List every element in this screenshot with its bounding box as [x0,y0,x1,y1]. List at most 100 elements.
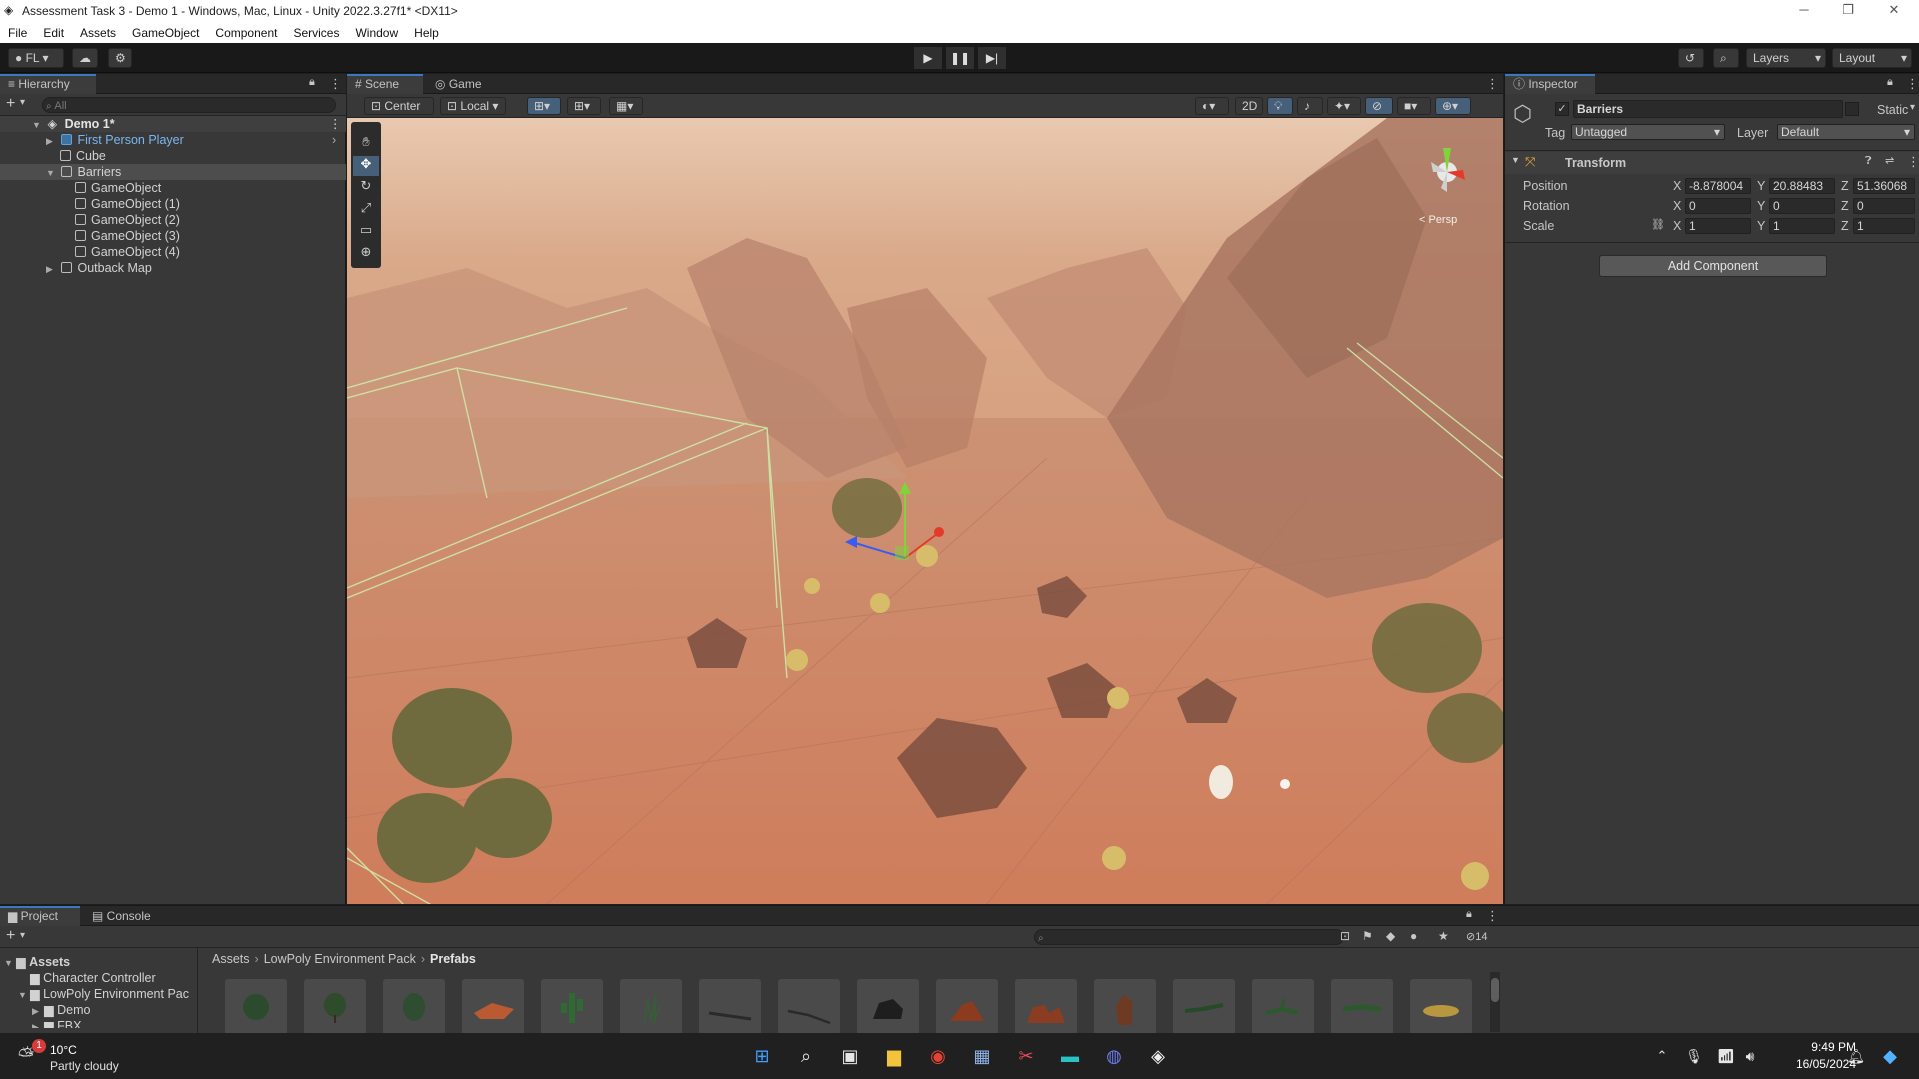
speaker-icon[interactable]: 🔊︎ [1736,1043,1764,1069]
expand-arrow-icon[interactable]: ▶ [46,133,58,149]
tree-item-fbx[interactable]: ▶ ▆ FBX [0,1018,198,1028]
hierarchy-item-gameobject-2[interactable]: GameObject (2) [0,212,346,228]
hierarchy-item-first-person-player[interactable]: ▶ First Person Player › [0,132,346,148]
persp-label[interactable]: < Persp [1419,214,1457,226]
rotate-tool-icon[interactable]: ↻ [353,178,379,198]
project-scrollbar[interactable] [1490,972,1500,1032]
tab-hierarchy[interactable]: ≡ Hierarchy [0,74,96,94]
discord-icon[interactable]: ◍ [1100,1043,1128,1069]
hierarchy-search-input[interactable]: ⌕ All [42,97,336,113]
tab-game[interactable]: ◎ Game [427,74,497,94]
menu-edit[interactable]: Edit [35,22,72,41]
breadcrumb-lowpoly-environment-pack[interactable]: LowPoly Environment Pack [264,952,416,966]
chevron-up-icon[interactable]: ⌃ [1648,1043,1676,1069]
rotation-z-field[interactable]: 0 [1853,198,1915,214]
photos-icon[interactable]: ▦ [968,1043,996,1069]
breadcrumb-prefabs[interactable]: Prefabs [430,952,476,966]
expand-arrow-icon[interactable]: ▼ [18,987,30,1003]
asset-plant-2[interactable] [1252,979,1314,1035]
tab-project[interactable]: ▆ Project [0,906,80,926]
search-by-type-icon[interactable]: ⊡ [1340,929,1350,943]
search-button[interactable]: ⌕ [1713,48,1739,68]
move-tool-icon[interactable]: ✥ [353,156,379,176]
favorites-icon[interactable]: ★ [1438,929,1449,943]
menu-services[interactable]: Services [285,22,347,41]
lighting-toggle-button[interactable]: 💡︎ [1267,97,1293,115]
lock-icon[interactable]: 🔒︎ [309,76,315,89]
rotation-y-field[interactable]: 0 [1769,198,1835,214]
object-name-field[interactable]: Barriers [1573,100,1843,118]
lock-icon[interactable]: 🔒︎ [1887,76,1893,89]
scale-z-field[interactable]: 1 [1853,218,1915,234]
scene-row[interactable]: ▼ ◈ Demo 1* ⋮ [0,116,346,132]
static-checkbox[interactable] [1845,102,1859,116]
position-z-field[interactable]: 51.36068 [1853,178,1915,194]
asset-rock-stack[interactable] [1094,979,1156,1035]
menu-component[interactable]: Component [207,22,285,41]
expand-arrow-icon[interactable]: ▼ [46,165,58,181]
layer-dropdown[interactable]: Default ▾ [1777,124,1915,140]
chrome-icon[interactable]: ◉ [924,1043,952,1069]
tree-item-lowpoly-environment-pack[interactable]: ▼ ▆ LowPoly Environment Pac [0,986,198,1002]
space-local-dropdown[interactable]: ⊡ Local ▾ [440,97,506,115]
close-button[interactable]: ✕ [1884,2,1904,20]
asset-tree-bush[interactable] [304,979,366,1035]
menu-file[interactable]: File [0,22,35,41]
expand-arrow-icon[interactable]: ▶ [32,1003,44,1019]
grid-snap-button[interactable]: ⊞▾ [527,97,561,115]
asset-spinifex[interactable] [1410,979,1472,1035]
toggle-2d-button[interactable]: 2D [1235,97,1263,115]
hierarchy-item-gameobject-4[interactable]: GameObject (4) [0,244,346,260]
history-button[interactable]: ↺ [1678,48,1704,68]
menu-assets[interactable]: Assets [72,22,124,41]
project-search-input[interactable]: ⌕ [1034,929,1344,945]
tag-dropdown[interactable]: Untagged ▾ [1571,124,1725,140]
expand-arrow-icon[interactable]: ▶ [32,1019,44,1028]
tree-item-assets[interactable]: ▼ ▆ Assets [0,954,198,970]
bell-icon[interactable]: 🔔︎ [1842,1043,1870,1069]
lock-icon[interactable]: 🔒︎ [1466,908,1472,921]
expand-arrow-icon[interactable]: ▼ [4,955,16,971]
cloud-button[interactable]: ☁ [72,48,98,68]
hand-tool-icon[interactable]: ✋︎ [353,134,379,154]
gizmos-dropdown[interactable]: ⊕▾ [1435,97,1471,115]
windows-start-icon[interactable]: ⊞ [748,1043,776,1069]
add-component-button[interactable]: Add Component [1599,255,1827,277]
asset-grass[interactable] [620,979,682,1035]
more-options-icon[interactable]: ⋮ [1486,908,1499,924]
menu-help[interactable]: Help [406,22,447,41]
help-icon[interactable]: ❓︎ [1865,155,1872,168]
tree-item-demo[interactable]: ▶ ▆ Demo [0,1002,198,1018]
more-options-icon[interactable]: ⋮ [1906,76,1919,92]
scale-tool-icon[interactable]: ⤢ [353,200,379,220]
draw-mode-dropdown[interactable]: ◐▾ [1195,97,1229,115]
more-options-icon[interactable]: ⋮ [329,76,342,92]
hierarchy-item-gameobject-1[interactable]: GameObject (1) [0,196,346,212]
step-button[interactable]: ▶| [978,47,1006,69]
active-checkbox[interactable]: ✓ [1555,102,1569,116]
audio-toggle-button[interactable]: ♪ [1297,97,1323,115]
asset-plant-3[interactable] [1331,979,1393,1035]
add-icon[interactable]: + [6,927,15,945]
layout-dropdown[interactable]: Layout ▾ [1832,48,1912,68]
layers-dropdown[interactable]: Layers ▾ [1746,48,1826,68]
chevron-down-icon[interactable]: ▾ [20,97,25,108]
weather-widget[interactable]: ⛅︎ 1 10°C Partly cloudy [14,1039,174,1073]
scale-x-field[interactable]: 1 [1685,218,1751,234]
presets-icon[interactable]: ⇌ [1885,154,1894,167]
rect-tool-icon[interactable]: ▭ [353,222,379,242]
search-icon[interactable]: ⌕ [792,1043,820,1069]
microphone-icon[interactable]: 🎙︎ [1680,1043,1708,1069]
hierarchy-item-outback-map[interactable]: ▶ Outback Map [0,260,346,276]
task-view-icon[interactable]: ▣ [836,1043,864,1069]
effects-dropdown[interactable]: ✦▾ [1327,97,1361,115]
menu-window[interactable]: Window [347,22,406,41]
tab-scene[interactable]: # Scene [347,74,423,94]
link-icon[interactable]: ⛓︎ [1651,218,1665,231]
asset-rock-dark[interactable] [857,979,919,1035]
asset-cactus[interactable] [541,979,603,1035]
collab-settings-button[interactable]: ⚙ [108,48,132,68]
asset-rock-red[interactable] [936,979,998,1035]
more-options-icon[interactable]: ⋮ [329,116,342,132]
transform-tool-icon[interactable]: ⊕ [353,244,379,264]
